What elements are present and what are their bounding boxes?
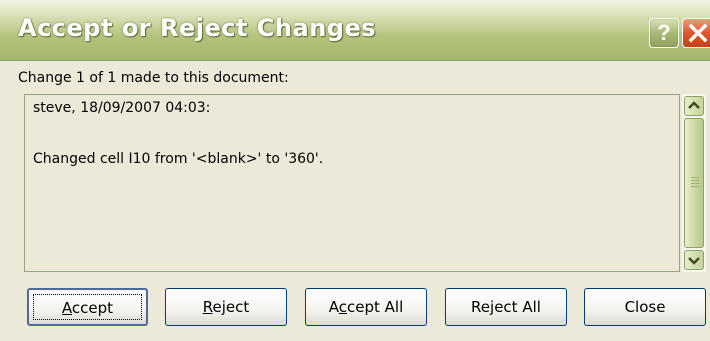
help-button[interactable]: ? bbox=[649, 18, 679, 48]
chevron-up-icon bbox=[688, 101, 700, 109]
reject-all-button[interactable]: Reject All bbox=[445, 288, 567, 326]
question-mark-icon: ? bbox=[657, 20, 671, 45]
accept-all-button[interactable]: Accept All bbox=[305, 288, 427, 326]
reject-button[interactable]: Reject bbox=[165, 288, 287, 326]
change-description: Changed cell I10 from '<blank>' to '360'… bbox=[33, 151, 324, 167]
accept-reject-changes-dialog: Accept or Reject Changes ? Change 1 of 1… bbox=[0, 0, 710, 341]
title-bar[interactable]: Accept or Reject Changes ? bbox=[0, 0, 710, 61]
close-button[interactable]: Close bbox=[584, 288, 706, 326]
accept-button-label: Accept bbox=[61, 299, 114, 317]
scroll-up-button[interactable] bbox=[684, 96, 704, 116]
close-x-icon bbox=[688, 23, 708, 43]
scroll-down-button[interactable] bbox=[684, 250, 704, 270]
scroll-grip bbox=[691, 177, 699, 189]
change-author-line: steve, 18/09/2007 04:03: bbox=[33, 100, 211, 116]
change-details-box: steve, 18/09/2007 04:03: Changed cell I1… bbox=[24, 94, 680, 272]
close-window-button[interactable] bbox=[682, 18, 710, 48]
accept-all-button-label: Accept All bbox=[328, 298, 404, 316]
change-counter-label: Change 1 of 1 made to this document: bbox=[18, 70, 289, 86]
scroll-thumb[interactable] bbox=[684, 118, 704, 248]
reject-all-button-label: Reject All bbox=[471, 298, 541, 316]
reject-button-label: Reject bbox=[202, 298, 250, 316]
vertical-scrollbar[interactable] bbox=[682, 94, 706, 272]
close-button-label: Close bbox=[624, 298, 666, 316]
window-title: Accept or Reject Changes bbox=[18, 14, 377, 42]
accept-button[interactable]: Accept bbox=[27, 288, 148, 326]
chevron-down-icon bbox=[688, 257, 700, 265]
